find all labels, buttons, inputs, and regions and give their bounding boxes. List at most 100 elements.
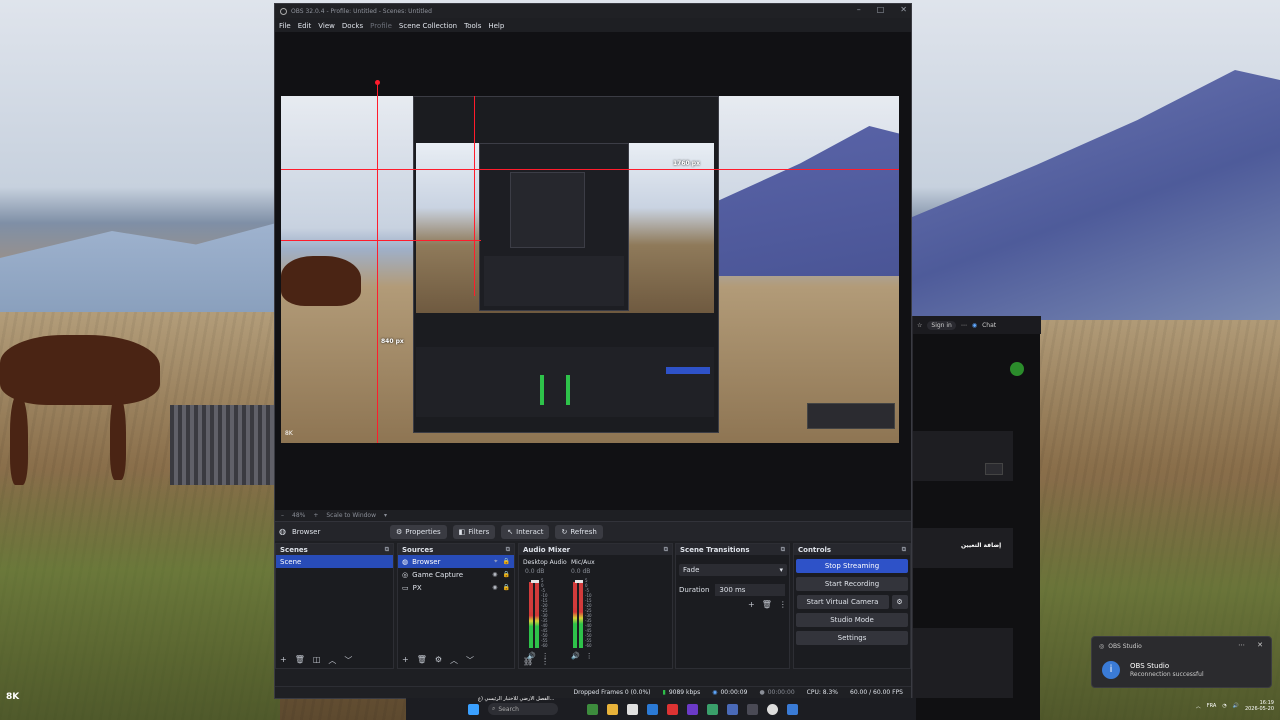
zoom-in-icon[interactable]: + xyxy=(313,512,318,519)
clock[interactable]: 16:19 2026-05-20 xyxy=(1245,700,1274,712)
star-icon[interactable]: ☆ xyxy=(917,322,922,329)
obs-window: OBS 32.0.4 - Profile: Untitled - Scenes:… xyxy=(274,3,912,699)
menu-edit[interactable]: Edit xyxy=(298,22,312,30)
program-preview[interactable]: 1760 px 840 px 8K xyxy=(281,96,899,443)
scene-item[interactable]: Scene xyxy=(276,555,393,568)
duration-input[interactable]: 300 ms xyxy=(715,584,786,596)
settings-button[interactable]: Settings xyxy=(796,631,908,645)
volume-fader-handle[interactable] xyxy=(531,580,539,583)
lock-icon[interactable]: 🔒 xyxy=(503,571,510,578)
more-icon[interactable]: ⋯ xyxy=(1238,641,1245,649)
wallpaper-grass-left xyxy=(0,470,280,720)
scale-mode-select[interactable]: Scale to Window xyxy=(326,512,376,519)
move-up-icon[interactable]: ︿ xyxy=(450,655,458,666)
news-widget[interactable]: الفصل الارضي للاختبار الرئيسي (ع... xyxy=(478,696,568,702)
add-icon[interactable]: + xyxy=(402,655,409,666)
close-icon[interactable]: ✕ xyxy=(1257,641,1263,649)
source-item[interactable]: ◍ Browser ⌖ 🔒 xyxy=(398,555,514,568)
toast-message: Reconnection successful xyxy=(1130,671,1204,678)
source-item[interactable]: ◎ Game Capture ◉ 🔒 xyxy=(398,568,514,581)
studio-mode-button[interactable]: Studio Mode xyxy=(796,613,908,627)
close-icon[interactable]: ✕ xyxy=(900,5,907,14)
zoom-out-icon[interactable]: – xyxy=(281,512,284,519)
refresh-button[interactable]: ↻ Refresh xyxy=(555,524,603,539)
lock-icon[interactable]: 🔒 xyxy=(503,584,510,591)
volume-fader-handle[interactable] xyxy=(575,580,583,583)
more-icon[interactable]: ⋯ xyxy=(961,322,967,329)
stop-streaming-button[interactable]: Stop Streaming xyxy=(796,559,908,573)
gear-icon[interactable]: ⚙ xyxy=(435,655,442,666)
menu-tools[interactable]: Tools xyxy=(464,22,481,30)
more-vertical-icon[interactable]: ⋮ xyxy=(779,600,787,609)
virtual-camera-gear-icon[interactable]: ⚙ xyxy=(891,595,908,609)
menu-help[interactable]: Help xyxy=(488,22,504,30)
filters-button[interactable]: ◧ Filters xyxy=(452,524,496,539)
notepad-icon[interactable] xyxy=(627,703,638,715)
dock-float-icon[interactable]: ⧉ xyxy=(781,546,785,554)
dock-float-icon[interactable]: ⧉ xyxy=(902,546,906,554)
transition-select[interactable]: Fade ▾ xyxy=(679,564,787,576)
zoom-level: 48% xyxy=(292,511,306,519)
eye-icon[interactable]: ◉ xyxy=(492,584,497,591)
defender-icon[interactable] xyxy=(787,703,798,715)
dock-float-icon[interactable]: ⧉ xyxy=(385,546,389,554)
lock-icon[interactable]: 🔒 xyxy=(503,558,510,566)
minimize-icon[interactable]: – xyxy=(857,5,861,14)
properties-button[interactable]: ⚙ Properties xyxy=(389,524,447,539)
maximize-icon[interactable]: □ xyxy=(877,5,885,14)
add-icon[interactable]: + xyxy=(748,600,755,609)
menu-profile[interactable]: Profile xyxy=(370,22,392,30)
arabic-button[interactable]: إضافة التعيين xyxy=(961,542,1001,549)
trash-icon[interactable]: 🗑 xyxy=(762,600,772,609)
preview-notification xyxy=(807,403,895,429)
move-down-icon[interactable]: ﹀ xyxy=(344,655,352,666)
folder-icon[interactable] xyxy=(607,703,618,715)
start-virtual-camera-button[interactable]: Start Virtual Camera xyxy=(796,595,889,609)
move-up-icon[interactable]: ︿ xyxy=(328,655,336,666)
more-vertical-icon[interactable]: ⋮ xyxy=(541,657,549,666)
meter-level xyxy=(535,612,539,648)
menu-docks[interactable]: Docks xyxy=(342,22,363,30)
trash-icon[interactable]: 🗑 xyxy=(417,655,427,666)
sign-in-button[interactable]: Sign in xyxy=(927,320,956,330)
link-icon[interactable]: ⛓ xyxy=(523,657,533,666)
dock-float-icon[interactable]: ⧉ xyxy=(506,546,510,554)
notification-toast[interactable]: ◎ OBS Studio ⋯ ✕ i OBS Studio Reconnection… xyxy=(1091,636,1272,688)
trash-icon[interactable]: 🗑 xyxy=(295,655,305,666)
source-item[interactable]: ▭ PX ◉ 🔒 xyxy=(398,581,514,594)
wifi-icon[interactable]: ◔ xyxy=(1222,703,1226,709)
interact-icon[interactable]: ⌖ xyxy=(494,558,497,566)
add-icon[interactable]: + xyxy=(280,655,287,666)
menu-view[interactable]: View xyxy=(318,22,335,30)
menu-file[interactable]: File xyxy=(279,22,291,30)
taskview-icon[interactable] xyxy=(587,703,598,715)
volume-icon[interactable]: 🔊 xyxy=(1233,703,1239,709)
eye-icon[interactable]: ◉ xyxy=(492,571,497,578)
channel-name: Mic/Aux xyxy=(571,559,595,566)
dock-float-icon[interactable]: ⧉ xyxy=(664,546,668,554)
scene-filter-icon[interactable]: ◫ xyxy=(313,655,321,666)
interact-button[interactable]: ↖ Interact xyxy=(501,524,550,539)
windows-start-icon[interactable] xyxy=(468,703,479,715)
more-vertical-icon[interactable]: ⋮ xyxy=(586,652,593,660)
speaker-icon[interactable]: 🔊 xyxy=(571,652,580,660)
edge-icon[interactable] xyxy=(707,703,718,715)
chrome-icon[interactable] xyxy=(667,703,678,715)
obs-icon[interactable] xyxy=(767,703,778,715)
move-down-icon[interactable]: ﹀ xyxy=(466,655,474,666)
preview-area[interactable]: 1760 px 840 px 8K xyxy=(275,32,911,510)
chat-button[interactable]: Chat xyxy=(982,322,996,329)
chevron-down-icon[interactable]: ▾ xyxy=(384,512,387,519)
app-icon[interactable] xyxy=(687,703,698,715)
mail-icon[interactable] xyxy=(647,703,658,715)
tray-lang[interactable]: FRA xyxy=(1207,703,1217,709)
store-icon[interactable] xyxy=(727,703,738,715)
chevron-up-icon[interactable]: ︿ xyxy=(1196,703,1201,710)
copilot-icon[interactable]: ◉ xyxy=(972,322,977,329)
menu-scene-collection[interactable]: Scene Collection xyxy=(399,22,457,30)
steam-icon[interactable] xyxy=(747,703,758,715)
start-recording-button[interactable]: Start Recording xyxy=(796,577,908,591)
taskbar-search[interactable]: ⌕ Search xyxy=(488,703,558,715)
copy-icon[interactable] xyxy=(985,463,1003,475)
source-item-label: PX xyxy=(412,583,422,592)
